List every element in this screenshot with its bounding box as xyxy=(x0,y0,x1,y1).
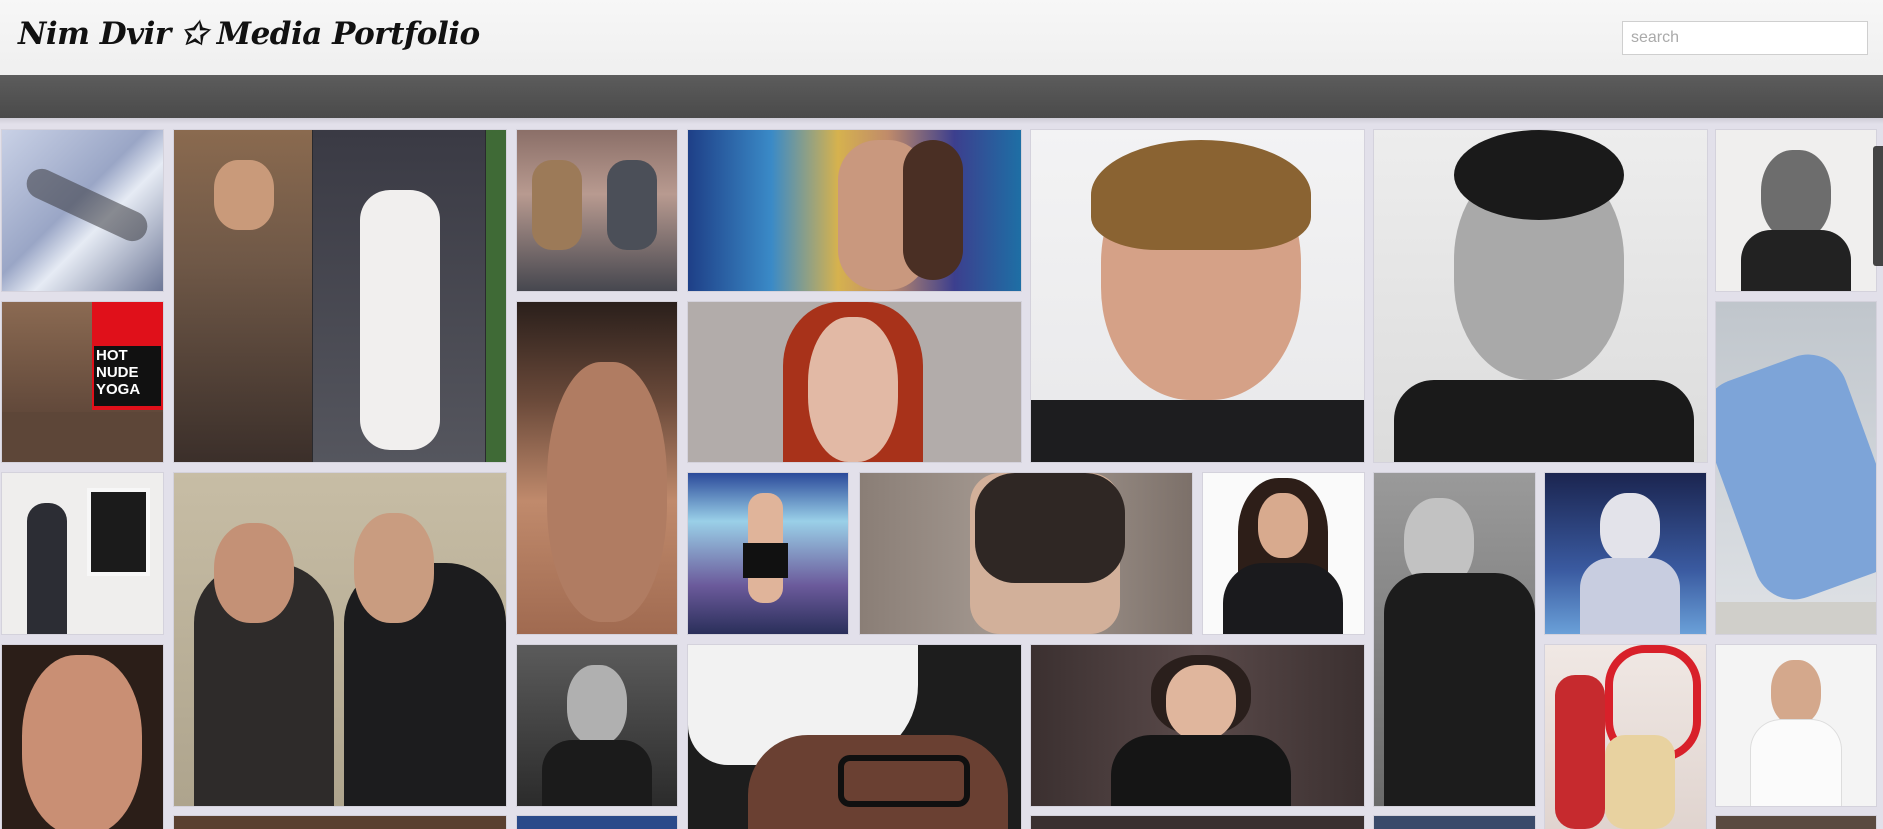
photo-tile-two-men-arguing[interactable] xyxy=(174,473,506,806)
photo-tile-snowy-stream[interactable] xyxy=(2,130,163,291)
photo-tile-man-knit-scarf[interactable] xyxy=(860,473,1192,634)
photo-tile-man-close-up-face[interactable] xyxy=(517,302,677,634)
photo-tile-partial-2[interactable] xyxy=(517,816,677,829)
photo-tile-singer-on-stage[interactable] xyxy=(688,473,848,634)
photo-tile-cast-promo-poster[interactable] xyxy=(1545,645,1706,829)
photo-tile-smiling-man-black-white[interactable] xyxy=(1374,130,1707,462)
page-scrollbar[interactable] xyxy=(1873,146,1883,266)
photo-tile-jennifer-lopez-collage[interactable] xyxy=(174,130,506,462)
photo-tile-woman-black-blazer[interactable] xyxy=(1031,645,1364,806)
photo-tile-short-haired-woman-bw[interactable] xyxy=(1374,473,1535,806)
photo-tile-partial-4[interactable] xyxy=(1374,816,1535,829)
photo-tile-woman-close-up-makeup[interactable] xyxy=(2,645,163,829)
photo-tile-smiling-man-brown-hair[interactable] xyxy=(1031,130,1364,462)
photo-tile-man-lying-blue-shirt[interactable] xyxy=(1716,302,1876,634)
photo-tile-partial-3[interactable] xyxy=(1031,816,1364,829)
photo-tile-partial-1[interactable] xyxy=(174,816,506,829)
photo-tile-partial-5[interactable] xyxy=(1716,816,1876,829)
photo-tile-man-portrait-bw[interactable] xyxy=(517,645,677,806)
photo-tile-red-haired-woman[interactable] xyxy=(688,302,1021,462)
hot-nude-yoga-text: HOT NUDE YOGA xyxy=(96,347,141,398)
photo-tile-pop-star-microphone[interactable] xyxy=(1545,473,1706,634)
photo-tile-two-men-on-couch[interactable] xyxy=(517,130,677,291)
photo-grid: HOT NUDE YOGA xyxy=(0,0,1883,829)
photo-tile-woman-dark-hair-arms-crossed[interactable] xyxy=(1203,473,1364,634)
photo-tile-hot-nude-yoga[interactable]: HOT NUDE YOGA xyxy=(2,302,163,462)
photo-tile-woman-colorful-poster[interactable] xyxy=(688,130,1021,291)
photo-tile-man-white-tshirt[interactable] xyxy=(1716,645,1876,806)
photo-tile-man-white-cap-glasses[interactable] xyxy=(688,645,1021,829)
photo-tile-man-with-painting[interactable] xyxy=(2,473,163,634)
photo-tile-man-paint-splatter[interactable] xyxy=(1716,130,1876,291)
